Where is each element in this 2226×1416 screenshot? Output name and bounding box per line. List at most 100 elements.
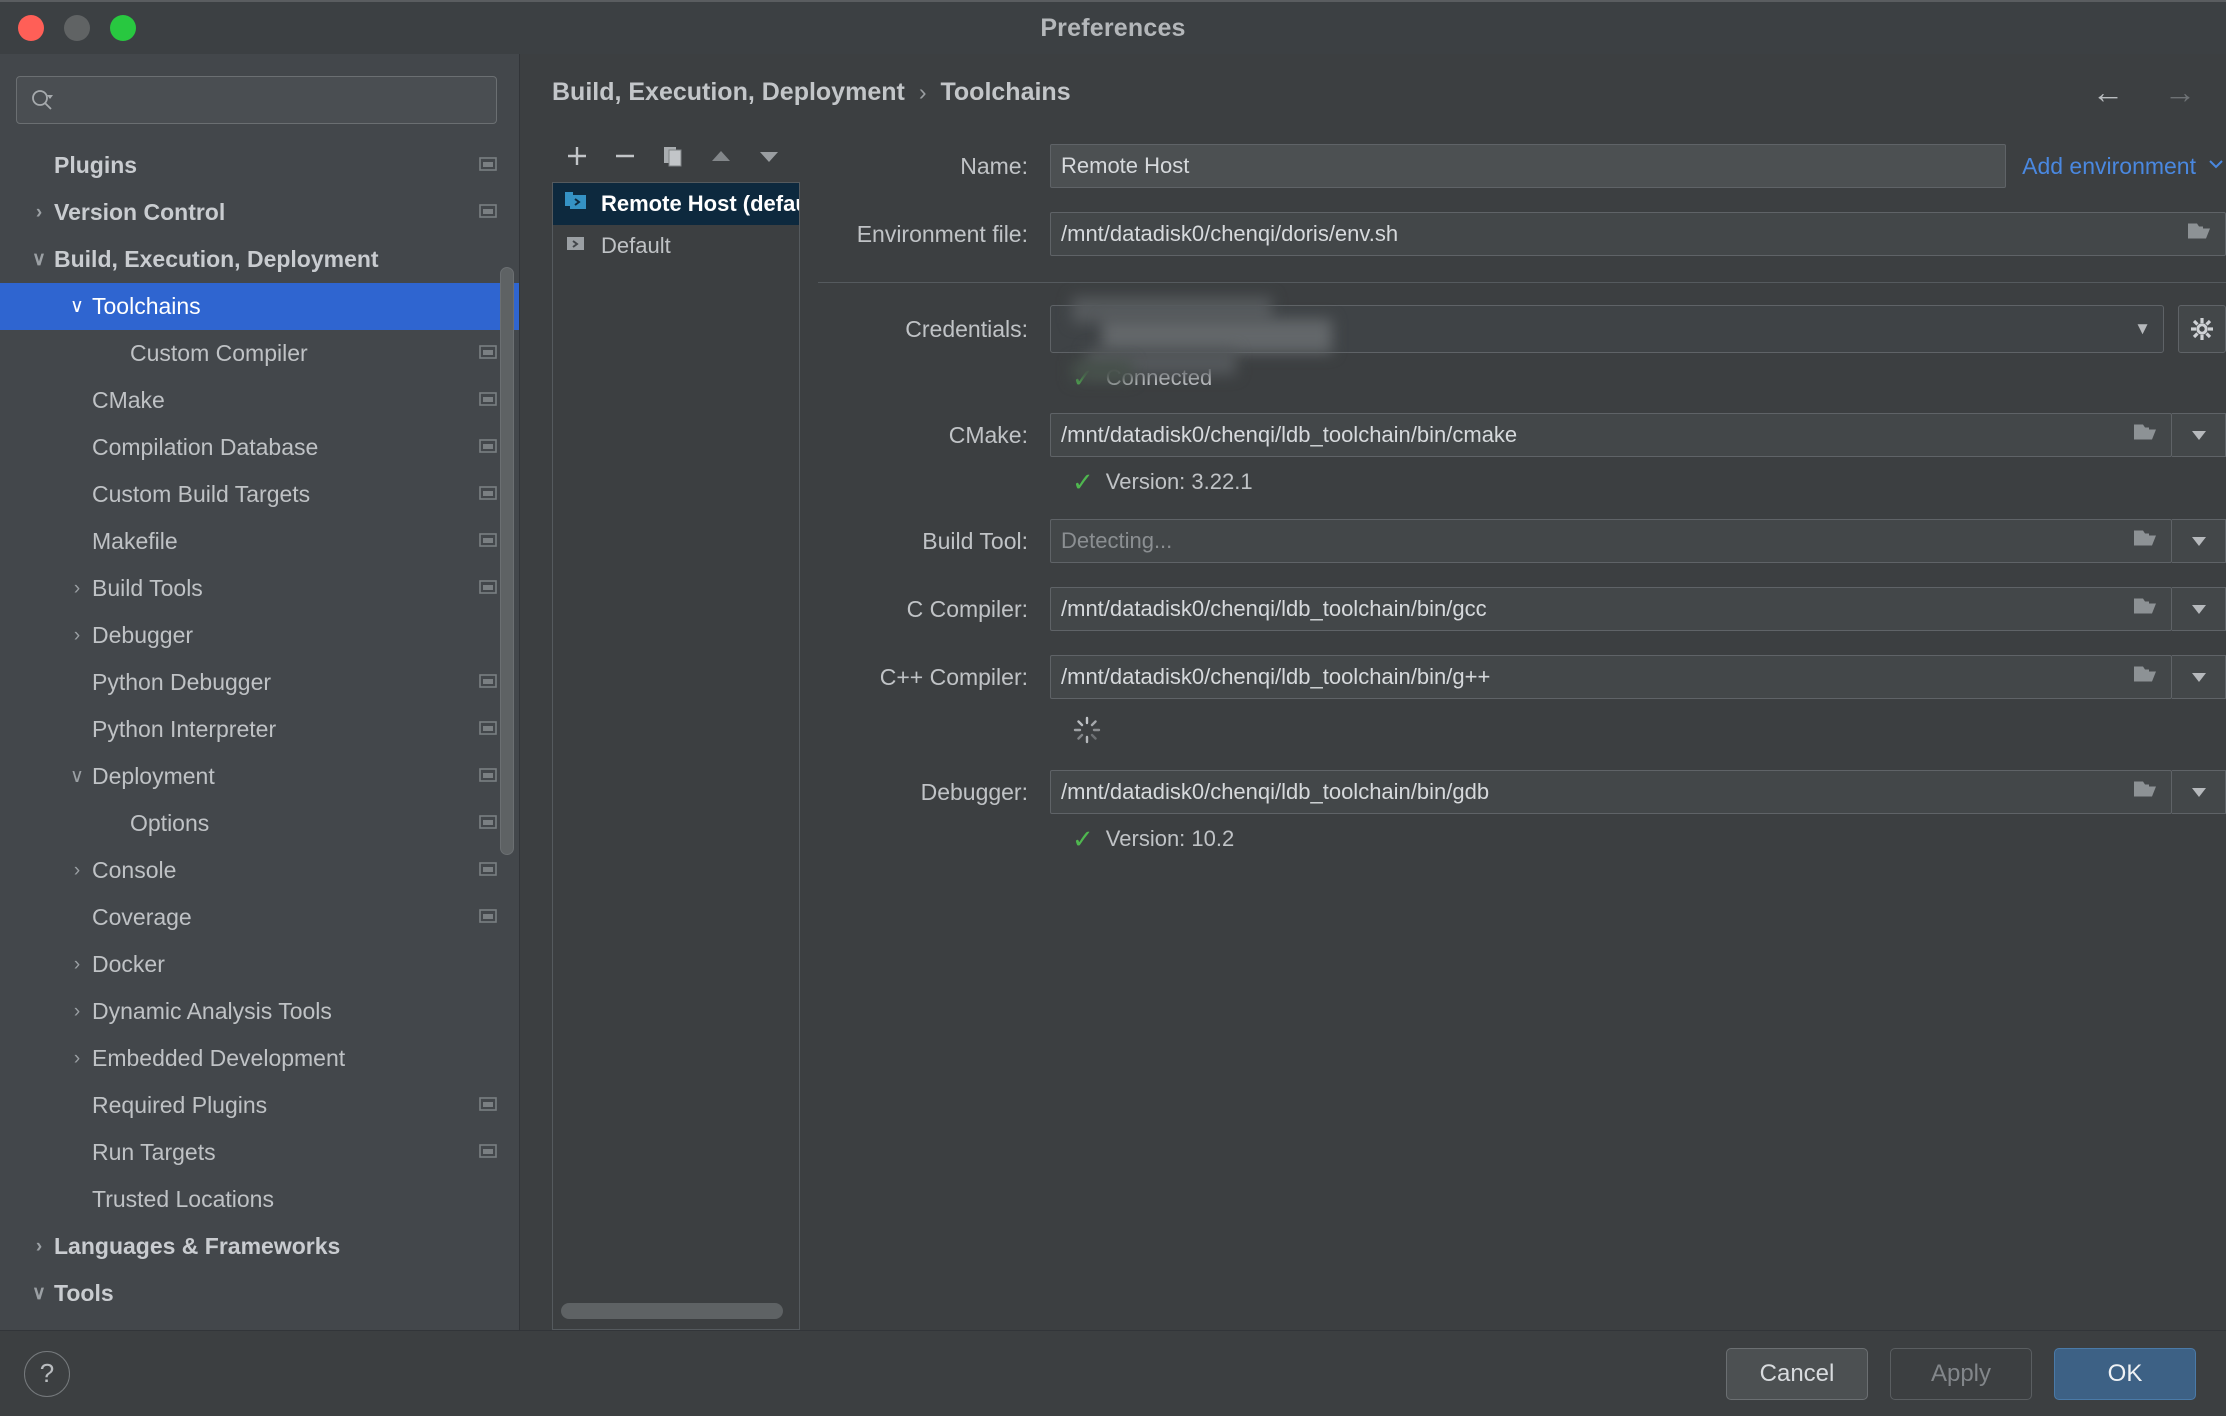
sidebar-item-deployment[interactable]: ∨Deployment — [0, 753, 519, 800]
sidebar-item-label: Compilation Database — [92, 434, 479, 461]
sidebar-item-debugger[interactable]: ›Debugger — [0, 612, 519, 659]
cpp-compiler-dropdown-button[interactable] — [2172, 655, 2226, 699]
sidebar-item-docker[interactable]: ›Docker — [0, 941, 519, 988]
environment-file-input[interactable]: /mnt/datadisk0/chenqi/doris/env.sh — [1050, 212, 2226, 256]
folder-icon[interactable] — [2132, 595, 2160, 624]
folder-icon[interactable] — [2132, 527, 2160, 556]
chevron-right-icon[interactable]: › — [24, 203, 54, 222]
remove-toolchain-button[interactable] — [606, 137, 644, 175]
toolchain-item-default[interactable]: Default — [553, 225, 799, 267]
chevron-right-icon[interactable]: › — [62, 861, 92, 880]
sidebar-item-label: Build, Execution, Deployment — [54, 246, 497, 273]
cancel-button[interactable]: Cancel — [1726, 1348, 1868, 1400]
sidebar-item-label: Custom Compiler — [130, 340, 479, 367]
apply-button[interactable]: Apply — [1890, 1348, 2032, 1400]
minimize-button[interactable] — [64, 15, 90, 41]
sidebar-item-makefile[interactable]: Makefile — [0, 518, 519, 565]
chevron-down-icon[interactable]: ∨ — [24, 1284, 54, 1303]
sidebar-item-build-tools[interactable]: ›Build Tools — [0, 565, 519, 612]
c-compiler-input[interactable]: /mnt/datadisk0/chenqi/ldb_toolchain/bin/… — [1050, 587, 2172, 631]
breadcrumb-root[interactable]: Build, Execution, Deployment — [552, 78, 905, 107]
add-toolchain-button[interactable] — [558, 137, 596, 175]
cmake-input[interactable]: /mnt/datadisk0/chenqi/ldb_toolchain/bin/… — [1050, 413, 2172, 457]
sidebar-item-toolchains[interactable]: ∨Toolchains — [0, 283, 519, 330]
folder-icon[interactable] — [2132, 421, 2160, 450]
sidebar-item-plugins[interactable]: Plugins — [0, 142, 519, 189]
sidebar-item-python-debugger[interactable]: Python Debugger — [0, 659, 519, 706]
settings-tree[interactable]: Plugins›Version Control∨Build, Execution… — [0, 136, 519, 1330]
chevron-right-icon[interactable]: › — [62, 579, 92, 598]
settings-marker-icon — [479, 857, 497, 884]
debugger-input[interactable]: /mnt/datadisk0/chenqi/ldb_toolchain/bin/… — [1050, 770, 2172, 814]
chevron-right-icon[interactable]: › — [62, 1049, 92, 1068]
settings-marker-icon — [479, 810, 497, 837]
chevron-right-icon[interactable]: › — [24, 1237, 54, 1256]
sidebar-item-run-targets[interactable]: Run Targets — [0, 1129, 519, 1176]
sidebar-item-build-execution-deployment[interactable]: ∨Build, Execution, Deployment — [0, 236, 519, 283]
add-environment-label: Add environment — [2022, 153, 2196, 180]
sidebar-item-version-control[interactable]: ›Version Control — [0, 189, 519, 236]
zoom-button[interactable] — [110, 15, 136, 41]
chevron-down-icon[interactable]: ∨ — [62, 767, 92, 786]
toolchain-list-horizontal-scrollbar[interactable] — [561, 1303, 783, 1319]
chevron-right-icon[interactable]: › — [62, 626, 92, 645]
move-up-button[interactable] — [702, 137, 740, 175]
build-tool-input[interactable]: Detecting... — [1050, 519, 2172, 563]
sidebar-item-embedded-development[interactable]: ›Embedded Development — [0, 1035, 519, 1082]
folder-icon[interactable] — [2186, 220, 2214, 249]
copy-toolchain-button[interactable] — [654, 137, 692, 175]
credentials-select[interactable]: ▼ — [1050, 305, 2164, 353]
folder-icon[interactable] — [2132, 663, 2160, 692]
sidebar-scrollbar[interactable] — [500, 267, 514, 855]
search-box[interactable] — [16, 76, 497, 124]
toolchain-list[interactable]: Remote Host (default) Default — [552, 182, 800, 1330]
window-controls[interactable] — [18, 2, 136, 54]
sidebar-item-trusted-locations[interactable]: Trusted Locations — [0, 1176, 519, 1223]
add-environment-button[interactable]: Add environment — [2022, 153, 2226, 180]
sidebar-item-custom-build-targets[interactable]: Custom Build Targets — [0, 471, 519, 518]
sidebar-item-compilation-database[interactable]: Compilation Database — [0, 424, 519, 471]
sidebar-item-python-interpreter[interactable]: Python Interpreter — [0, 706, 519, 753]
help-button[interactable]: ? — [24, 1351, 70, 1397]
chevron-down-icon[interactable]: ∨ — [62, 297, 92, 316]
move-down-button[interactable] — [750, 137, 788, 175]
chevron-right-icon[interactable]: › — [62, 955, 92, 974]
toolchain-item-remote-host[interactable]: Remote Host (default) — [553, 183, 799, 225]
remote-toolchain-icon — [563, 188, 589, 220]
chevron-down-icon[interactable]: ∨ — [24, 250, 54, 269]
close-button[interactable] — [18, 15, 44, 41]
sidebar-item-dynamic-analysis-tools[interactable]: ›Dynamic Analysis Tools — [0, 988, 519, 1035]
sidebar-item-label: CMake — [92, 387, 479, 414]
sidebar-item-label: Version Control — [54, 199, 479, 226]
settings-marker-icon — [479, 716, 497, 743]
build-tool-label: Build Tool: — [818, 528, 1050, 555]
settings-sidebar: Plugins›Version Control∨Build, Execution… — [0, 54, 520, 1330]
ok-button[interactable]: OK — [2054, 1348, 2196, 1400]
chevron-right-icon[interactable]: › — [62, 1002, 92, 1021]
cmake-dropdown-button[interactable] — [2172, 413, 2226, 457]
cmake-status: ✓ Version: 3.22.1 — [818, 469, 2226, 495]
arrow-left-icon[interactable]: ← — [2092, 76, 2124, 108]
sidebar-item-cmake[interactable]: CMake — [0, 377, 519, 424]
dialog-buttons: Cancel Apply OK — [1726, 1348, 2196, 1400]
sidebar-item-tools[interactable]: ∨Tools — [0, 1270, 519, 1317]
loading-spinner-icon — [1072, 732, 1102, 749]
sidebar-item-console[interactable]: ›Console — [0, 847, 519, 894]
debugger-dropdown-button[interactable] — [2172, 770, 2226, 814]
sidebar-item-languages-frameworks[interactable]: ›Languages & Frameworks — [0, 1223, 519, 1270]
main-panel: Build, Execution, Deployment › Toolchain… — [520, 54, 2226, 1330]
sidebar-item-custom-compiler[interactable]: Custom Compiler — [0, 330, 519, 377]
build-tool-dropdown-button[interactable] — [2172, 519, 2226, 563]
name-input[interactable]: Remote Host — [1050, 144, 2006, 188]
search-input[interactable] — [63, 88, 484, 112]
gear-icon[interactable] — [2178, 305, 2226, 353]
section-divider — [818, 282, 2226, 283]
sidebar-item-coverage[interactable]: Coverage — [0, 894, 519, 941]
arrow-right-icon[interactable]: → — [2164, 76, 2196, 108]
cpp-compiler-input[interactable]: /mnt/datadisk0/chenqi/ldb_toolchain/bin/… — [1050, 655, 2172, 699]
sidebar-item-required-plugins[interactable]: Required Plugins — [0, 1082, 519, 1129]
sidebar-item-label: Trusted Locations — [92, 1186, 497, 1213]
folder-icon[interactable] — [2132, 778, 2160, 807]
c-compiler-dropdown-button[interactable] — [2172, 587, 2226, 631]
sidebar-item-options[interactable]: Options — [0, 800, 519, 847]
